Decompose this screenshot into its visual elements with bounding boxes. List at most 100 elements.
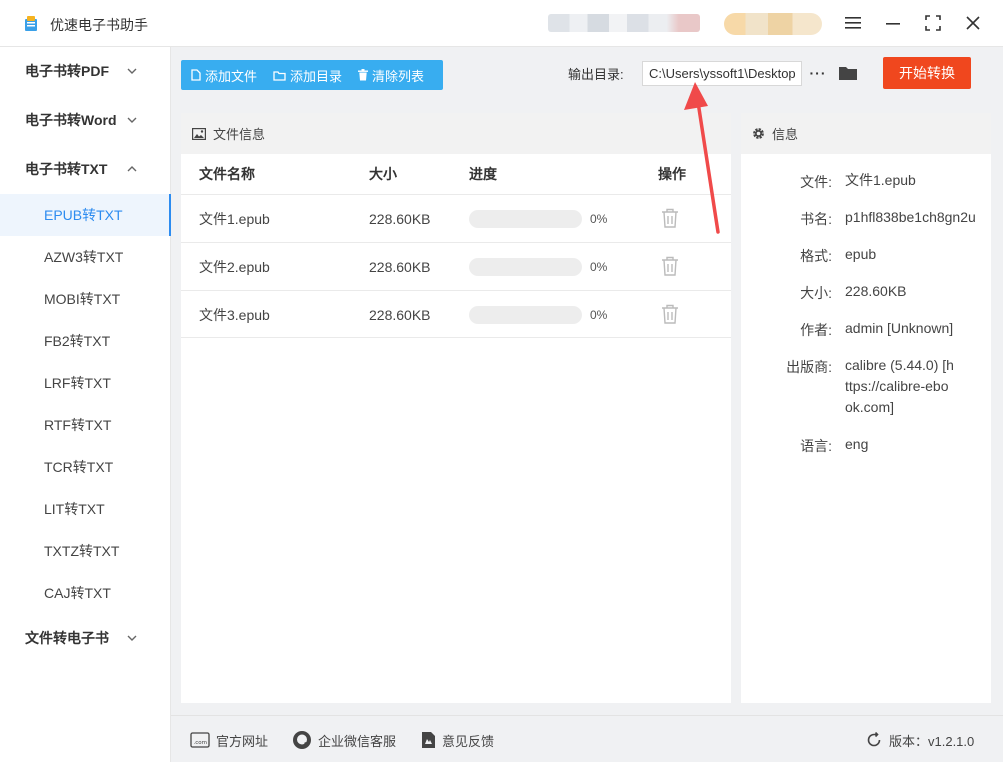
file-name: 文件2.epub xyxy=(199,259,270,275)
chevron-down-icon xyxy=(127,620,139,656)
sidebar-item-lrf-txt[interactable]: LRF转TXT xyxy=(0,362,171,404)
chevron-down-icon xyxy=(127,53,139,89)
info-label-language: 语言: xyxy=(800,438,832,454)
info-label-file: 文件: xyxy=(800,174,832,190)
add-directory-label: 添加目录 xyxy=(290,68,343,84)
file-list-panel: 文件信息 文件名称 大小 进度 操作 文件1.epub 228.60KB 0% … xyxy=(181,113,731,703)
chat-bubble-icon xyxy=(293,731,311,749)
progress-bar xyxy=(469,210,582,228)
sidebar-item-caj-txt[interactable]: CAJ转TXT xyxy=(0,572,171,614)
info-value-language: eng xyxy=(845,436,869,452)
file-size: 228.60KB xyxy=(369,307,431,323)
close-icon xyxy=(966,16,980,30)
info-value-format: epub xyxy=(845,246,877,262)
close-button[interactable] xyxy=(962,12,984,34)
official-website-link[interactable]: .com 官方网址 xyxy=(190,730,268,750)
info-label-author: 作者: xyxy=(800,322,832,338)
progress-text: 0% xyxy=(590,308,608,322)
app-title: 优速电子书助手 xyxy=(50,17,148,33)
add-file-button[interactable]: 添加文件 xyxy=(181,60,263,90)
refresh-icon xyxy=(867,732,881,747)
folder-outline-icon xyxy=(273,70,286,81)
title-bar: 优速电子书助手 xyxy=(0,0,1003,47)
info-panel-header: 信息 xyxy=(741,113,991,154)
sidebar-item-tcr-txt[interactable]: TCR转TXT xyxy=(0,446,171,488)
table-row[interactable]: 文件2.epub 228.60KB 0% xyxy=(181,242,731,290)
version-info[interactable]: 版本：v1.2.1.0 xyxy=(866,730,974,750)
info-panel-title: 信息 xyxy=(772,127,799,142)
sidebar-item-rtf-txt[interactable]: RTF转TXT xyxy=(0,404,171,446)
sidebar-item-mobi-txt[interactable]: MOBI转TXT xyxy=(0,278,171,320)
wechat-support-link[interactable]: 企业微信客服 xyxy=(292,730,396,750)
file-size: 228.60KB xyxy=(369,211,431,227)
sidebar-item-azw3-txt[interactable]: AZW3转TXT xyxy=(0,236,171,278)
sidebar-group-to-ebook[interactable]: 文件转电子书 xyxy=(0,620,171,656)
sidebar-group-word[interactable]: 电子书转Word xyxy=(0,102,171,138)
version-label: 版本：v1.2.1.0 xyxy=(889,733,975,749)
info-value-author: admin [Unknown] xyxy=(845,320,954,336)
progress-text: 0% xyxy=(590,212,608,226)
maximize-button[interactable] xyxy=(922,12,944,34)
image-icon xyxy=(192,127,206,140)
file-panel-title: 文件信息 xyxy=(213,127,266,142)
browse-more-button[interactable]: ··· xyxy=(809,62,827,84)
sidebar-item-lit-txt[interactable]: LIT转TXT xyxy=(0,488,171,530)
official-website-label: 官方网址 xyxy=(216,733,269,749)
feedback-icon xyxy=(422,732,435,748)
delete-icon[interactable] xyxy=(661,208,679,228)
minimize-icon xyxy=(886,23,900,25)
delete-icon[interactable] xyxy=(661,256,679,276)
sidebar: 电子书转PDF 电子书转Word 电子书转TXT EPUB转TXT AZW3转T… xyxy=(0,47,171,762)
add-directory-button[interactable]: 添加目录 xyxy=(263,60,348,90)
column-header-progress: 进度 xyxy=(469,166,497,182)
column-header-size: 大小 xyxy=(369,166,397,182)
open-folder-icon[interactable] xyxy=(837,62,859,84)
website-icon: .com xyxy=(190,732,210,748)
output-directory-input[interactable] xyxy=(642,61,802,86)
info-label-format: 格式: xyxy=(800,248,832,264)
more-dots-icon: ··· xyxy=(809,65,827,81)
menu-button[interactable] xyxy=(842,12,864,34)
info-value-title: p1hfl838be1ch8gn2u xyxy=(845,209,976,225)
gear-icon xyxy=(753,128,764,139)
info-panel: 信息 文件: 文件1.epub 书名: p1hfl838be1ch8gn2u 格… xyxy=(741,113,991,703)
table-row[interactable]: 文件3.epub 228.60KB 0% xyxy=(181,290,731,338)
clear-list-button[interactable]: 清除列表 xyxy=(348,60,430,90)
file-icon xyxy=(191,69,201,81)
start-convert-button[interactable]: 开始转换 xyxy=(883,57,971,89)
clear-list-label: 清除列表 xyxy=(372,68,425,84)
file-size: 228.60KB xyxy=(369,259,431,275)
sidebar-group-label: 电子书转PDF xyxy=(25,63,109,79)
wechat-support-label: 企业微信客服 xyxy=(318,733,397,749)
info-value-publisher: calibre (5.44.0) [https://calibre-ebook.… xyxy=(845,357,954,415)
file-name: 文件1.epub xyxy=(199,211,270,227)
info-label-title: 书名: xyxy=(800,211,832,227)
info-value-size: 228.60KB xyxy=(845,283,907,299)
table-row[interactable]: 文件1.epub 228.60KB 0% xyxy=(181,194,731,242)
minimize-button[interactable] xyxy=(882,12,904,34)
info-label-publisher: 出版商: xyxy=(786,359,832,375)
add-file-label: 添加文件 xyxy=(205,68,258,84)
file-panel-header: 文件信息 xyxy=(181,113,731,154)
sidebar-item-epub-txt[interactable]: EPUB转TXT xyxy=(0,194,171,236)
sidebar-group-label: 文件转电子书 xyxy=(25,630,109,646)
blurred-user-badge[interactable] xyxy=(724,13,822,35)
sidebar-item-txtz-txt[interactable]: TXTZ转TXT xyxy=(0,530,171,572)
sidebar-group-pdf[interactable]: 电子书转PDF xyxy=(0,53,171,89)
svg-text:.com: .com xyxy=(194,740,208,746)
sidebar-group-txt[interactable]: 电子书转TXT xyxy=(0,151,171,187)
progress-bar xyxy=(469,258,582,276)
maximize-icon xyxy=(925,15,941,31)
column-header-action: 操作 xyxy=(658,166,686,182)
feedback-label: 意见反馈 xyxy=(442,733,495,749)
feedback-link[interactable]: 意见反馈 xyxy=(421,730,494,750)
progress-text: 0% xyxy=(590,260,608,274)
delete-icon[interactable] xyxy=(661,304,679,324)
file-name: 文件3.epub xyxy=(199,307,270,323)
file-toolbar: 添加文件 添加目录 清除列表 xyxy=(181,60,443,90)
sidebar-item-fb2-txt[interactable]: FB2转TXT xyxy=(0,320,171,362)
blurred-account-info xyxy=(548,14,700,32)
app-logo-icon xyxy=(25,16,37,31)
trash-icon xyxy=(358,69,369,81)
hamburger-icon xyxy=(845,17,861,29)
